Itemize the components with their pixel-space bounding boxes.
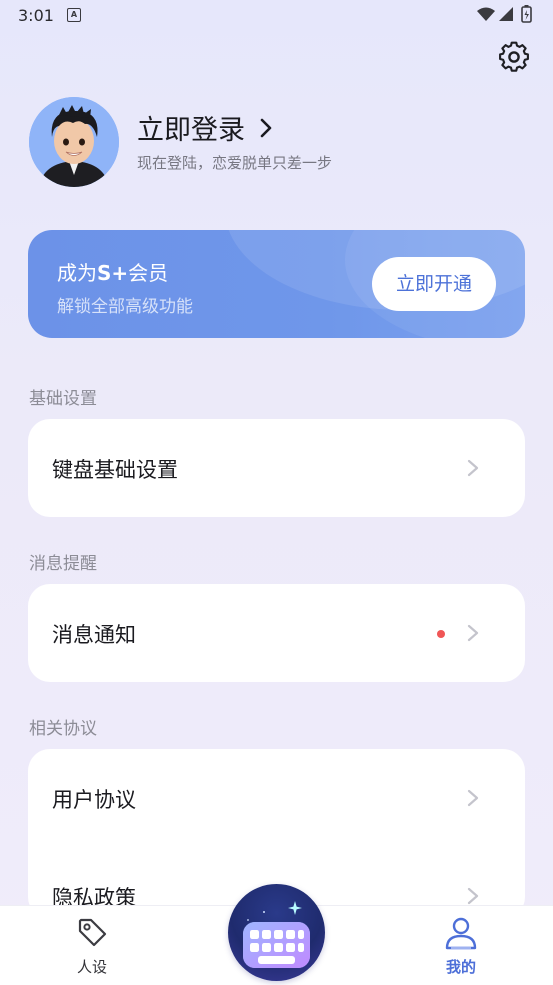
card-notify: 消息通知 <box>28 584 525 682</box>
vip-card[interactable]: 成为S+会员 解锁全部高级功能 立即开通 <box>28 230 525 338</box>
vip-subtitle: 解锁全部高级功能 <box>57 297 193 317</box>
list-item-notifications[interactable]: 消息通知 <box>28 584 525 682</box>
a-notification-icon: A <box>67 8 81 22</box>
section-label-agreements: 相关协议 <box>29 719 97 739</box>
nav-item-mine[interactable]: 我的 <box>421 906 501 985</box>
vip-title: 成为S+会员 <box>57 261 169 285</box>
status-icons <box>477 5 532 23</box>
chevron-right-icon <box>467 624 479 642</box>
list-item-label: 键盘基础设置 <box>52 458 178 482</box>
person-icon <box>445 917 477 950</box>
list-item-user-agreement[interactable]: 用户协议 <box>28 749 525 847</box>
list-item-label: 用户协议 <box>52 788 136 812</box>
section-label-notify: 消息提醒 <box>29 554 97 574</box>
card-basic-settings: 键盘基础设置 <box>28 419 525 517</box>
signal-icon <box>499 7 513 21</box>
chevron-right-icon <box>467 789 479 807</box>
chevron-right-icon <box>260 118 272 137</box>
list-item-keyboard-settings[interactable]: 键盘基础设置 <box>28 419 525 517</box>
login-link[interactable]: 立即登录 <box>137 108 279 147</box>
list-item-label: 消息通知 <box>52 623 136 647</box>
nav-label: 人设 <box>76 958 107 976</box>
chevron-right-icon <box>467 459 479 477</box>
avatar[interactable] <box>29 97 119 187</box>
activate-vip-button[interactable]: 立即开通 <box>372 257 496 311</box>
status-time: 3:01 <box>18 6 54 25</box>
wifi-icon <box>477 7 495 21</box>
tag-icon <box>78 918 107 947</box>
avatar-image <box>29 97 119 187</box>
settings-button[interactable] <box>497 40 531 74</box>
chevron-right-icon <box>467 887 479 905</box>
nav-item-persona[interactable]: 人设 <box>52 906 132 985</box>
keyboard-icon <box>243 901 310 968</box>
keyboard-fab-button[interactable] <box>228 884 325 981</box>
gear-icon <box>499 41 529 72</box>
status-bar: 3:01 A <box>0 0 553 32</box>
unread-dot <box>437 630 445 638</box>
section-label-basic: 基础设置 <box>29 389 97 409</box>
nav-label: 我的 <box>445 958 476 976</box>
login-title: 立即登录 <box>137 115 245 146</box>
login-subtitle: 现在登陆，恋爱脱单只差一步 <box>137 154 333 172</box>
